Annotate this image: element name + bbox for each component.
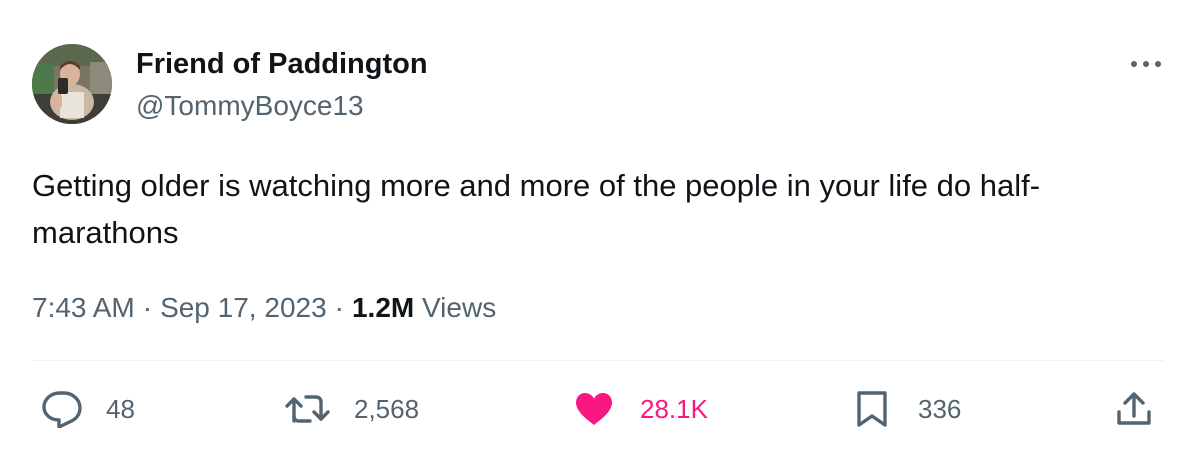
retweet-icon — [284, 391, 332, 427]
bookmark-button[interactable]: 336 — [856, 390, 961, 428]
more-button[interactable] — [1126, 52, 1166, 76]
share-button[interactable] — [1114, 390, 1154, 428]
avatar-photo — [32, 44, 112, 124]
share-icon — [1114, 390, 1154, 428]
tweet: Friend of Paddington @TommyBoyce13 Getti… — [0, 0, 1198, 454]
retweet-count: 2,568 — [354, 394, 420, 424]
author-handle[interactable]: @TommyBoyce13 — [136, 88, 364, 124]
divider — [32, 360, 1164, 361]
tweet-meta: 7:43 AM · Sep 17, 2023 · 1.2M Views — [32, 290, 496, 326]
heart-icon — [574, 391, 614, 427]
meta-separator: · — [334, 292, 344, 323]
meta-separator: · — [142, 292, 153, 323]
avatar[interactable] — [32, 44, 112, 124]
like-count: 28.1K — [640, 394, 708, 424]
views-count[interactable]: 1.2M — [352, 292, 414, 323]
views-label[interactable]: Views — [422, 292, 496, 323]
retweet-button[interactable]: 2,568 — [284, 390, 419, 428]
tweet-text: Getting older is watching more and more … — [32, 168, 1041, 250]
more-icon — [1131, 61, 1161, 67]
reply-count: 48 — [106, 394, 135, 424]
bookmark-count: 336 — [918, 394, 962, 424]
tweet-date[interactable]: Sep 17, 2023 — [160, 292, 327, 323]
reply-button[interactable]: 48 — [40, 390, 135, 428]
tweet-time[interactable]: 7:43 AM — [32, 292, 135, 323]
like-button[interactable]: 28.1K — [574, 390, 708, 428]
bookmark-icon — [856, 390, 888, 428]
author-display-name[interactable]: Friend of Paddington — [136, 46, 428, 82]
reply-icon — [40, 390, 84, 428]
